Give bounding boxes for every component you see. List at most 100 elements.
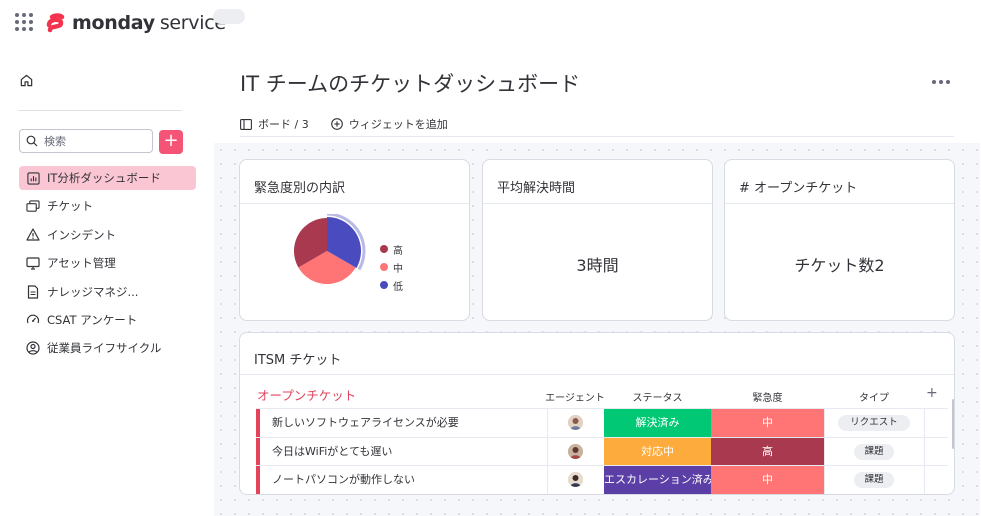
legend-dot: [380, 263, 388, 271]
add-button[interactable]: +: [159, 130, 183, 154]
cell-divider: [824, 409, 825, 437]
search-box[interactable]: [19, 129, 153, 153]
sidebar-item-label: IT分析ダッシュボード: [47, 171, 161, 185]
type-tag[interactable]: リクエスト: [838, 415, 910, 431]
sidebar-item-label: ナレッジマネジ...: [47, 284, 139, 299]
status-badge[interactable]: エスカレーション済み: [604, 466, 711, 494]
boards-count-button[interactable]: ボード / 3: [258, 116, 309, 132]
widget-title: 平均解決時間: [497, 181, 576, 196]
urgency-badge[interactable]: 中: [711, 409, 824, 437]
legend-dot: [380, 281, 388, 289]
dashboard-toolbar: ボード / 3 ウィジェットを追加: [240, 116, 448, 132]
sidebar-item-label: CSAT アンケート: [47, 312, 138, 327]
cell-divider: [924, 466, 925, 494]
table-row[interactable]: ノートパソコンが動作しない エスカレーション済み 中 課題: [256, 466, 948, 494]
widget-title: 緊急度別の内訳: [254, 181, 346, 196]
cell-divider: [824, 437, 825, 465]
pie-legend: 高 中 低: [380, 240, 403, 294]
sidebar-item-label: 従業員ライフサイクル: [47, 341, 162, 356]
monitor-icon: [25, 255, 41, 271]
cell-divider: [547, 466, 548, 494]
type-tag[interactable]: 課題: [854, 443, 894, 460]
urgency-badge[interactable]: 中: [711, 466, 824, 494]
page-title: IT チームのチケットダッシュボード: [240, 72, 581, 96]
sidebar-item-tickets[interactable]: チケット: [19, 194, 196, 218]
avatar[interactable]: [568, 443, 583, 459]
legend-dot: [380, 245, 388, 253]
open-tickets-value: チケット数2: [794, 256, 885, 275]
brand-name: monday: [72, 12, 155, 34]
top-bar: monday service: [0, 0, 981, 46]
status-badge[interactable]: 解決済み: [604, 409, 711, 437]
sidebar-item-label: チケット: [47, 199, 93, 214]
sidebar-divider: [18, 110, 182, 111]
search-icon: [26, 135, 38, 147]
group-title[interactable]: オープンチケット: [257, 385, 356, 404]
ticket-name[interactable]: ノートパソコンが動作しない: [272, 466, 415, 494]
dashboard-canvas: 緊急度別の内訳 高 中 低 平均解決時間 3時間 # オープンチケット チケット…: [214, 143, 980, 516]
add-column-button[interactable]: +: [926, 385, 938, 401]
avatar[interactable]: [568, 472, 583, 487]
avg-resolution-value: 3時間: [576, 256, 619, 275]
widget-urgency-breakdown[interactable]: 緊急度別の内訳 高 中 低: [239, 159, 470, 321]
document-icon: [25, 284, 41, 300]
widget-title: ITSM チケット: [254, 353, 342, 368]
sidebar-item-label: インシデント: [47, 227, 116, 242]
home-icon[interactable]: [19, 73, 34, 92]
ticket-rows: 新しいソフトウェアライセンスが必要 解決済み 中 リクエスト 今日はWiFiがと…: [256, 409, 948, 494]
add-widget-button[interactable]: ウィジェットを追加: [349, 116, 448, 132]
gauge-icon: [25, 312, 41, 328]
toolbar-divider: [240, 136, 954, 137]
top-pill[interactable]: [213, 9, 245, 24]
search-input[interactable]: [44, 134, 144, 148]
warning-icon: [25, 227, 41, 243]
logo[interactable]: monday service: [46, 10, 226, 36]
sidebar-item-label: アセット管理: [47, 256, 116, 271]
widget-divider: [725, 203, 954, 204]
column-header-status[interactable]: ステータス: [604, 389, 711, 404]
widget-divider: [240, 374, 954, 375]
cell-divider: [824, 466, 825, 494]
column-header-type[interactable]: タイプ: [824, 389, 924, 404]
table-scrollbar[interactable]: [952, 399, 954, 449]
urgency-badge[interactable]: 高: [711, 437, 824, 465]
legend-label: 低: [393, 281, 403, 293]
type-tag[interactable]: 課題: [854, 472, 894, 488]
status-badge[interactable]: 対応中: [604, 437, 711, 465]
avatar[interactable]: [568, 415, 583, 430]
sidebar-item-knowledge[interactable]: ナレッジマネジ...: [19, 280, 196, 304]
cell-divider: [924, 409, 925, 437]
more-options-icon[interactable]: [932, 80, 950, 84]
column-header-agent[interactable]: エージェント: [540, 389, 610, 404]
sidebar-item-employee-lifecycle[interactable]: 従業員ライフサイクル: [19, 336, 196, 360]
ticket-name[interactable]: 今日はWiFiがとても遅い: [272, 438, 392, 466]
group-color-bar: [256, 466, 260, 494]
chart-icon: [25, 170, 41, 186]
monday-logo-icon: [46, 12, 66, 34]
ticket-name[interactable]: 新しいソフトウェアライセンスが必要: [272, 409, 459, 437]
sidebar-item-incidents[interactable]: インシデント: [19, 223, 196, 247]
sidebar-item-csat[interactable]: CSAT アンケート: [19, 308, 196, 332]
group-color-bar: [256, 437, 260, 465]
app-switcher-icon[interactable]: [15, 13, 33, 31]
legend-item-low: 低: [380, 276, 403, 294]
sidebar-item-asset-management[interactable]: アセット管理: [19, 251, 196, 275]
column-header-urgency[interactable]: 緊急度: [711, 389, 824, 404]
cell-divider: [547, 437, 548, 465]
widget-itsm-tickets[interactable]: ITSM チケット オープンチケット エージェント ステータス 緊急度 タイプ …: [239, 332, 955, 495]
cell-divider: [924, 437, 925, 465]
group-color-bar: [256, 409, 260, 437]
legend-label: 中: [393, 263, 403, 275]
main-content: IT チームのチケットダッシュボード ボード / 3 ウィジェットを追加 緊急度…: [214, 46, 981, 516]
sidebar: + IT分析ダッシュボード チケット インシデント アセット管理 ナレッジマネジ…: [0, 46, 214, 516]
table-row[interactable]: 今日はWiFiがとても遅い 対応中 高 課題: [256, 437, 948, 466]
legend-label: 高: [393, 245, 403, 257]
widget-avg-resolution[interactable]: 平均解決時間 3時間: [482, 159, 713, 321]
legend-item-high: 高: [380, 240, 403, 258]
widget-divider: [240, 203, 469, 204]
sidebar-item-it-dashboard[interactable]: IT分析ダッシュボード: [19, 166, 196, 190]
widget-open-tickets[interactable]: # オープンチケット チケット数2: [724, 159, 955, 321]
user-circle-icon: [25, 340, 41, 356]
table-row[interactable]: 新しいソフトウェアライセンスが必要 解決済み 中 リクエスト: [256, 409, 948, 438]
board-icon: [240, 118, 252, 130]
